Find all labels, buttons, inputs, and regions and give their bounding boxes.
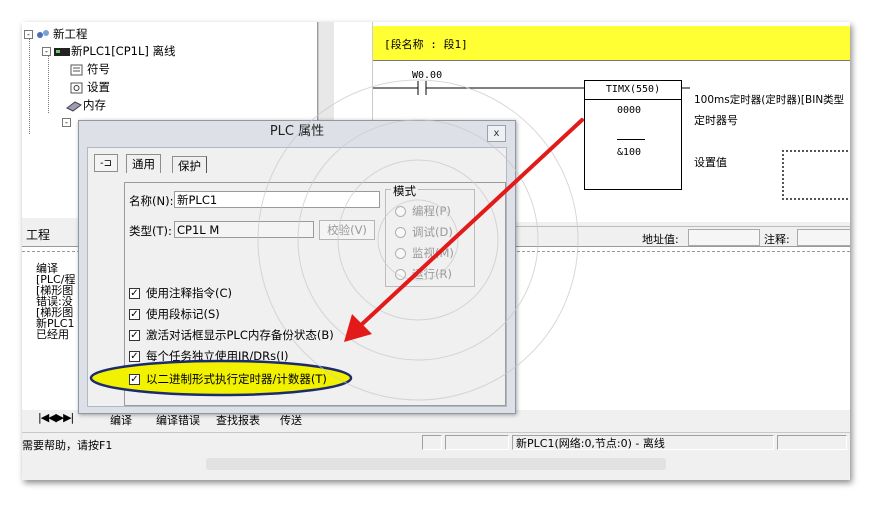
address-label: 地址值:	[642, 233, 679, 246]
tab-general[interactable]: 通用	[126, 154, 161, 173]
operand-divider	[617, 139, 645, 140]
name-label-text: 名称(N):	[129, 194, 174, 208]
option-label: 以二进制形式执行定时器/计数器(T)	[146, 372, 327, 386]
collapse-icon[interactable]: -	[62, 118, 71, 127]
mode-label: 监视(M)	[412, 246, 454, 260]
comment-label: 注释:	[764, 233, 790, 246]
tree-node-plc[interactable]: - 新PLC1[CP1L] 离线	[42, 43, 176, 59]
tree-node-memory[interactable]: 内存	[66, 97, 106, 113]
tree-label: 新工程	[53, 27, 88, 41]
instruction-comment: 100ms定时器(定时器)[BIN类型	[694, 94, 845, 106]
section-label: [段名称 : 段1]	[384, 38, 468, 51]
timer-number-operand: 0000	[617, 105, 642, 116]
mode-label: 调试(D)	[412, 225, 453, 239]
status-cell	[445, 435, 509, 450]
radio-icon	[395, 268, 406, 280]
tab-transfer[interactable]: 传送	[280, 412, 302, 428]
option-label: 激活对话框显示PLC内存备份状态(B)	[146, 328, 334, 342]
project-tab[interactable]: 工程	[26, 226, 50, 243]
set-value-comment: 设置值	[694, 156, 727, 169]
tree-node-settings[interactable]: 设置	[70, 79, 110, 95]
option-label: 使用注释指令(C)	[146, 286, 233, 300]
collapse-icon[interactable]: -	[42, 46, 51, 56]
tab-compile-errors[interactable]: 编译错误	[156, 412, 200, 428]
tree-connector	[29, 34, 30, 134]
comment-box	[782, 150, 850, 200]
tree-label: 设置	[87, 80, 110, 94]
timx-instruction-block[interactable]: TIMX(550) 0000 &100	[584, 80, 682, 190]
dialog-title: PLC 属性	[269, 124, 325, 139]
tree-node-symbols[interactable]: 符号	[70, 61, 110, 77]
status-cell	[777, 435, 847, 450]
mode-program-radio[interactable]: 编程(P)	[395, 203, 451, 219]
status-cell	[422, 435, 442, 450]
checkbox-checked-icon[interactable]: ✓	[129, 287, 140, 299]
output-line: 已经用	[36, 328, 69, 341]
comment-field[interactable]	[797, 229, 850, 246]
type-select[interactable]: CP1L M	[174, 221, 314, 238]
symbols-icon	[70, 64, 84, 75]
name-input[interactable]: 新PLC1	[174, 191, 380, 208]
option-show-memory-backup[interactable]: ✓ 激活对话框显示PLC内存备份状态(B)	[129, 327, 334, 343]
instruction-name: TIMX(550)	[585, 81, 681, 100]
type-label: 类型(T):	[129, 223, 172, 239]
mode-title: 模式	[391, 183, 418, 199]
timer-number-comment: 定时器号	[694, 114, 738, 127]
tree-label: 内存	[83, 98, 106, 112]
radio-icon	[395, 226, 406, 238]
app-window: - 新工程 - 新PLC1[CP1L] 离线 符号 设置 内存 - [段名称 :…	[22, 22, 850, 480]
name-label: 名称(N):	[129, 193, 173, 209]
tree-label: 符号	[87, 62, 110, 76]
plc-properties-dialog: PLC 属性 x -⊐ 通用 保护 名称(N): 新PLC1 类型(T): CP…	[78, 120, 516, 414]
tab-find-report[interactable]: 查找报表	[216, 412, 260, 428]
mode-monitor-radio[interactable]: 监视(M)	[395, 245, 454, 261]
tab-scroll-arrows[interactable]: |◀◀▶▶|	[38, 411, 74, 424]
general-tab-panel: 名称(N): 新PLC1 类型(T): CP1L M 校验(V) 模式 编程(P…	[89, 182, 506, 406]
radio-icon	[395, 247, 406, 259]
mode-label: 编程(P)	[412, 204, 451, 218]
tab-protection[interactable]: 保护	[172, 156, 207, 173]
address-field[interactable]	[688, 229, 760, 246]
option-label: 使用段标记(S)	[146, 307, 220, 321]
status-help-text: 需要帮助，请按F1	[22, 439, 113, 452]
radio-icon	[395, 205, 406, 217]
option-use-section-markers[interactable]: ✓ 使用段标记(S)	[129, 306, 220, 322]
status-plc-info: 新PLC1(网络:0,节点:0) - 离线	[512, 435, 774, 450]
output-text: 编译 [PLC/程 [梯形图 错误:没 [梯形图 新PLC1 已经用	[36, 263, 75, 340]
footer-shadow	[206, 458, 666, 470]
status-bar: 需要帮助，请按F1 新PLC1(网络:0,节点:0) - 离线	[22, 432, 850, 453]
tree-node-collapsed[interactable]: -	[62, 118, 71, 127]
memory-icon	[66, 100, 82, 112]
type-label-text: 类型(T):	[129, 224, 172, 238]
settings-icon	[70, 82, 84, 93]
window-footer	[22, 452, 850, 480]
verify-button[interactable]: 校验(V)	[319, 220, 375, 240]
pin-button[interactable]: -⊐	[94, 154, 118, 172]
checkbox-checked-icon[interactable]: ✓	[129, 308, 140, 320]
mode-run-radio[interactable]: 运行(R)	[395, 266, 452, 282]
mode-debug-radio[interactable]: 调试(D)	[395, 224, 453, 240]
project-icon	[36, 29, 50, 40]
set-value-operand: &100	[617, 147, 642, 158]
option-binary-timer-counter[interactable]: ✓ 以二进制形式执行定时器/计数器(T)	[129, 371, 327, 387]
checkbox-checked-icon[interactable]: ✓	[129, 373, 140, 385]
mode-label: 运行(R)	[412, 267, 452, 281]
section-header: [段名称 : 段1]	[372, 26, 850, 61]
tab-compile[interactable]: 编译	[110, 412, 132, 428]
plc-icon	[54, 46, 70, 57]
close-button[interactable]: x	[487, 125, 506, 142]
tree-label: 新PLC1[CP1L] 离线	[71, 44, 176, 58]
option-use-comment-instructions[interactable]: ✓ 使用注释指令(C)	[129, 285, 232, 301]
collapse-icon[interactable]: -	[24, 29, 33, 39]
dialog-body: -⊐ 通用 保护 名称(N): 新PLC1 类型(T): CP1L M 校验(V…	[87, 147, 507, 407]
tree-connector	[48, 55, 49, 113]
tree-node-project[interactable]: - 新工程	[24, 26, 88, 42]
checkbox-checked-icon[interactable]: ✓	[129, 329, 140, 341]
